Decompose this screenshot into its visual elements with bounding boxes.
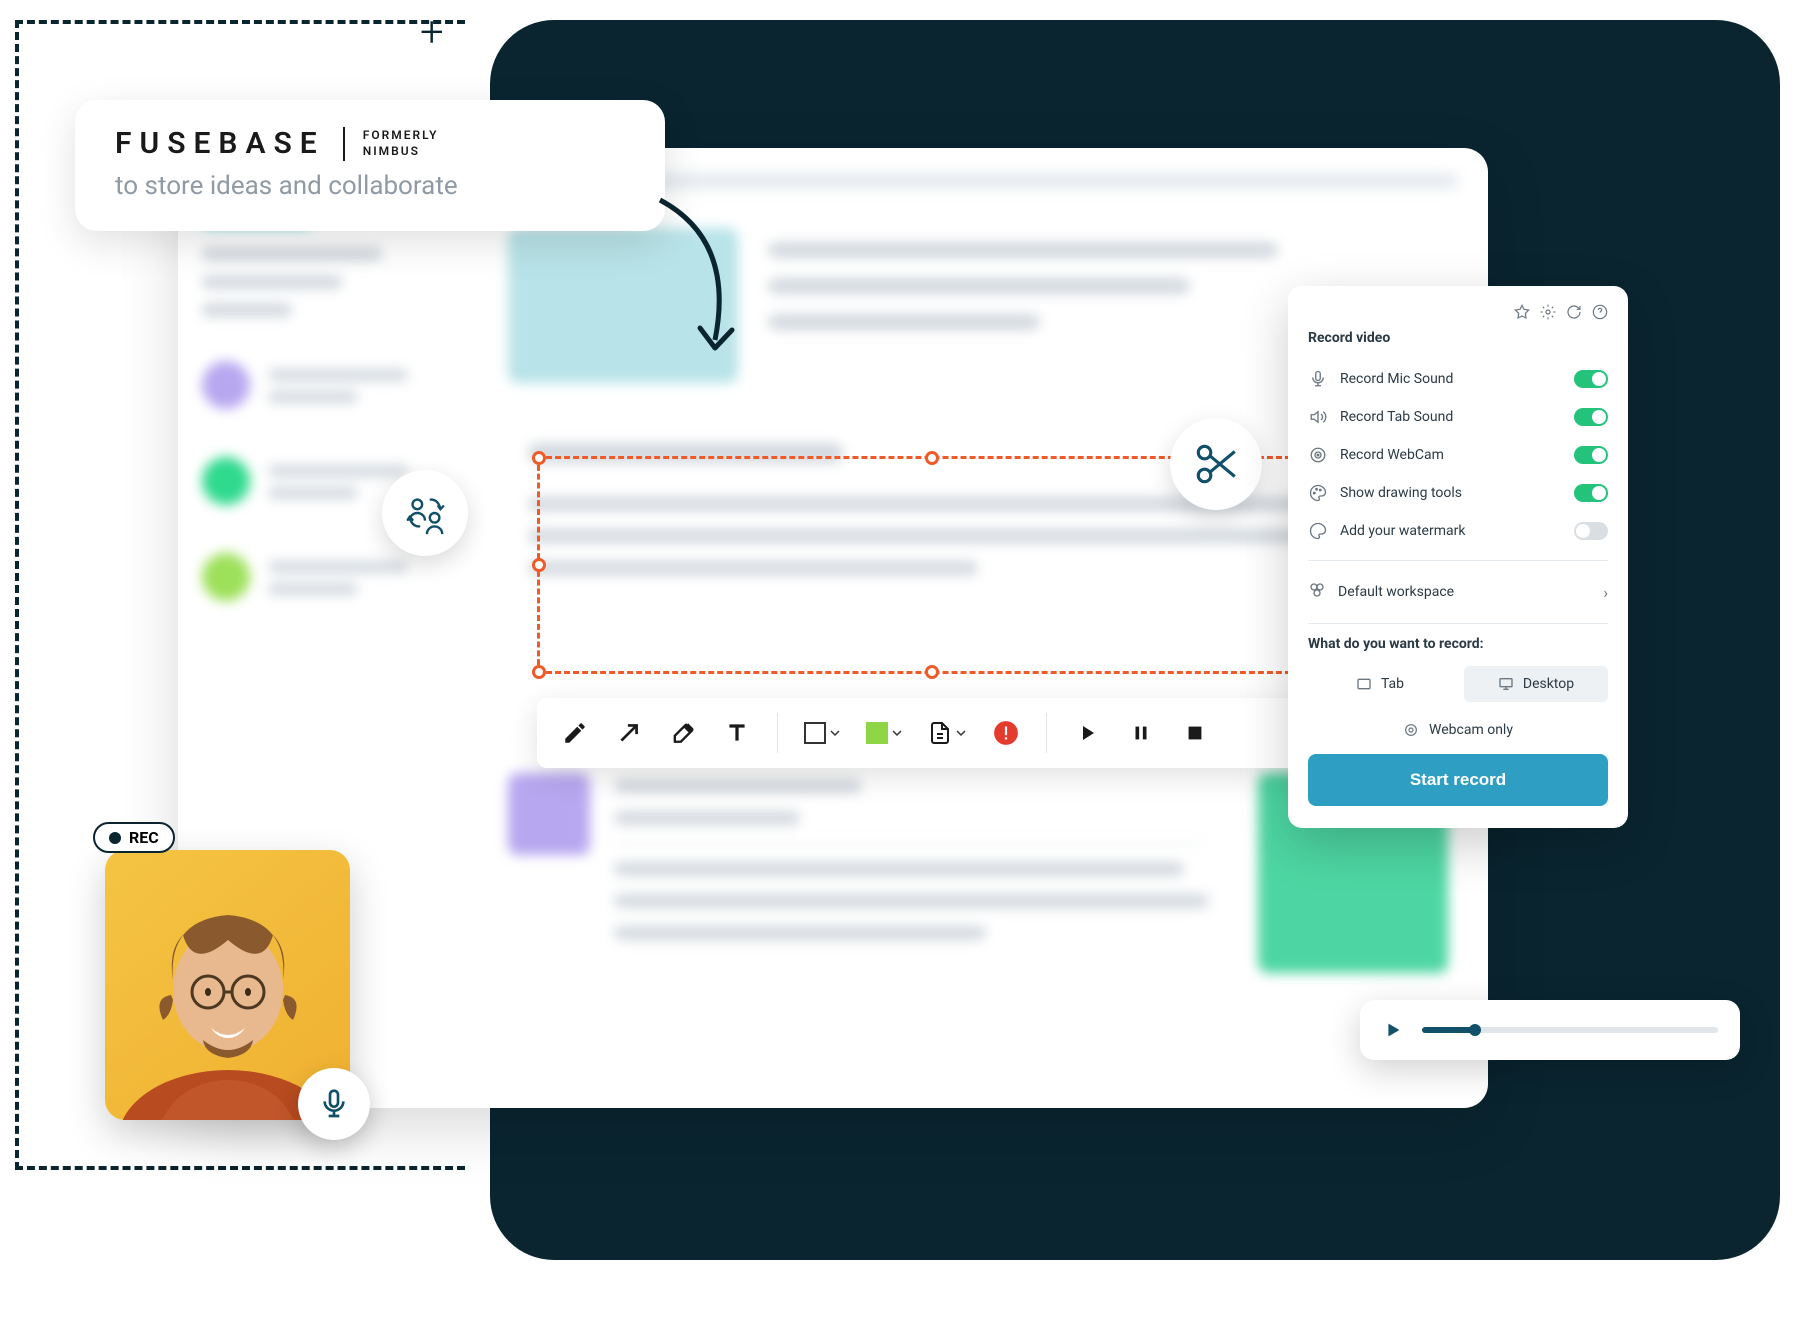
toggle-drawing[interactable] <box>1574 484 1608 502</box>
text-tool-icon[interactable] <box>723 719 751 747</box>
handle-top-left[interactable] <box>532 451 546 465</box>
plus-corner-icon: + <box>420 8 444 57</box>
webcam-small-icon <box>1403 722 1419 738</box>
record-settings-panel: Record video Record Mic Sound Record Tab… <box>1288 286 1628 828</box>
handle-mid-left[interactable] <box>532 558 546 572</box>
toggle-webcam[interactable] <box>1574 446 1608 464</box>
fusebase-tagline: to store ideas and collaborate <box>115 171 625 201</box>
scissors-badge <box>1170 418 1262 510</box>
speaker-icon <box>1308 407 1328 427</box>
toggle-watermark[interactable] <box>1574 522 1608 540</box>
audio-progress <box>1422 1027 1475 1033</box>
fusebase-tooltip: FUSEBASE FORMERLY NIMBUS to store ideas … <box>75 100 665 231</box>
rec-indicator: REC <box>93 822 175 853</box>
record-desktop-option[interactable]: Desktop <box>1464 666 1608 702</box>
refresh-icon[interactable] <box>1566 304 1582 320</box>
toolbar-separator <box>1046 713 1047 753</box>
palette-icon <box>1308 483 1328 503</box>
tab-icon <box>1356 676 1372 692</box>
pause-icon[interactable] <box>1127 719 1155 747</box>
row-drawing-tools: Show drawing tools <box>1308 474 1608 512</box>
help-icon[interactable] <box>1592 304 1608 320</box>
annotation-toolbar <box>537 698 1327 768</box>
fusebase-sublabel: FORMERLY NIMBUS <box>363 128 439 159</box>
play-icon[interactable] <box>1382 1019 1404 1041</box>
mic-icon <box>1308 369 1328 389</box>
handle-bot-left[interactable] <box>532 665 546 679</box>
desktop-icon <box>1498 676 1514 692</box>
microphone-icon <box>318 1088 350 1120</box>
logo-divider <box>343 127 345 161</box>
record-panel-title: Record video <box>1308 330 1608 346</box>
play-icon[interactable] <box>1073 719 1101 747</box>
toggle-tab-sound[interactable] <box>1574 408 1608 426</box>
toggle-mic[interactable] <box>1574 370 1608 388</box>
scissors-icon <box>1191 439 1241 489</box>
stroke-color-picker[interactable] <box>804 722 840 744</box>
audio-track[interactable] <box>1422 1027 1718 1033</box>
gear-icon[interactable] <box>1540 304 1556 320</box>
mic-badge[interactable] <box>298 1068 370 1140</box>
arrow-tool-icon[interactable] <box>615 719 643 747</box>
audio-thumb[interactable] <box>1469 1024 1481 1036</box>
eraser-icon[interactable] <box>669 719 697 747</box>
toolbar-separator <box>777 713 778 753</box>
audio-player <box>1360 1000 1740 1060</box>
fusebase-logo: FUSEBASE FORMERLY NIMBUS <box>115 126 625 161</box>
workspace-icon <box>1308 581 1326 603</box>
record-tab-option[interactable]: Tab <box>1308 666 1452 702</box>
row-record-webcam: Record WebCam <box>1308 436 1608 474</box>
webcam-only-option[interactable]: Webcam only <box>1308 714 1608 754</box>
row-record-tab: Record Tab Sound <box>1308 398 1608 436</box>
collaborate-badge <box>382 470 468 556</box>
handle-bot-mid[interactable] <box>925 665 939 679</box>
fill-color-picker[interactable] <box>866 722 902 744</box>
person-avatar <box>123 880 333 1120</box>
record-question: What do you want to record: <box>1308 636 1608 652</box>
row-record-mic: Record Mic Sound <box>1308 360 1608 398</box>
webcam-preview: REC <box>105 850 350 1120</box>
workspace-selector[interactable]: Default workspace › <box>1308 571 1608 613</box>
watermark-icon <box>1308 521 1328 541</box>
panel-divider <box>1308 560 1608 561</box>
fusebase-logo-text: FUSEBASE <box>115 126 325 161</box>
handle-top-mid[interactable] <box>925 451 939 465</box>
row-watermark: Add your watermark <box>1308 512 1608 550</box>
chevron-right-icon: › <box>1603 583 1608 602</box>
stop-icon[interactable] <box>1181 719 1209 747</box>
collaborate-icon <box>402 490 448 536</box>
pencil-icon[interactable] <box>561 719 589 747</box>
webcam-icon <box>1308 445 1328 465</box>
alert-icon[interactable] <box>992 719 1020 747</box>
rec-dot-icon <box>109 832 121 844</box>
document-tool-icon[interactable] <box>928 721 966 745</box>
star-icon[interactable] <box>1514 304 1530 320</box>
start-record-button[interactable]: Start record <box>1308 754 1608 806</box>
arrow-icon <box>640 190 770 370</box>
panel-divider <box>1308 623 1608 624</box>
